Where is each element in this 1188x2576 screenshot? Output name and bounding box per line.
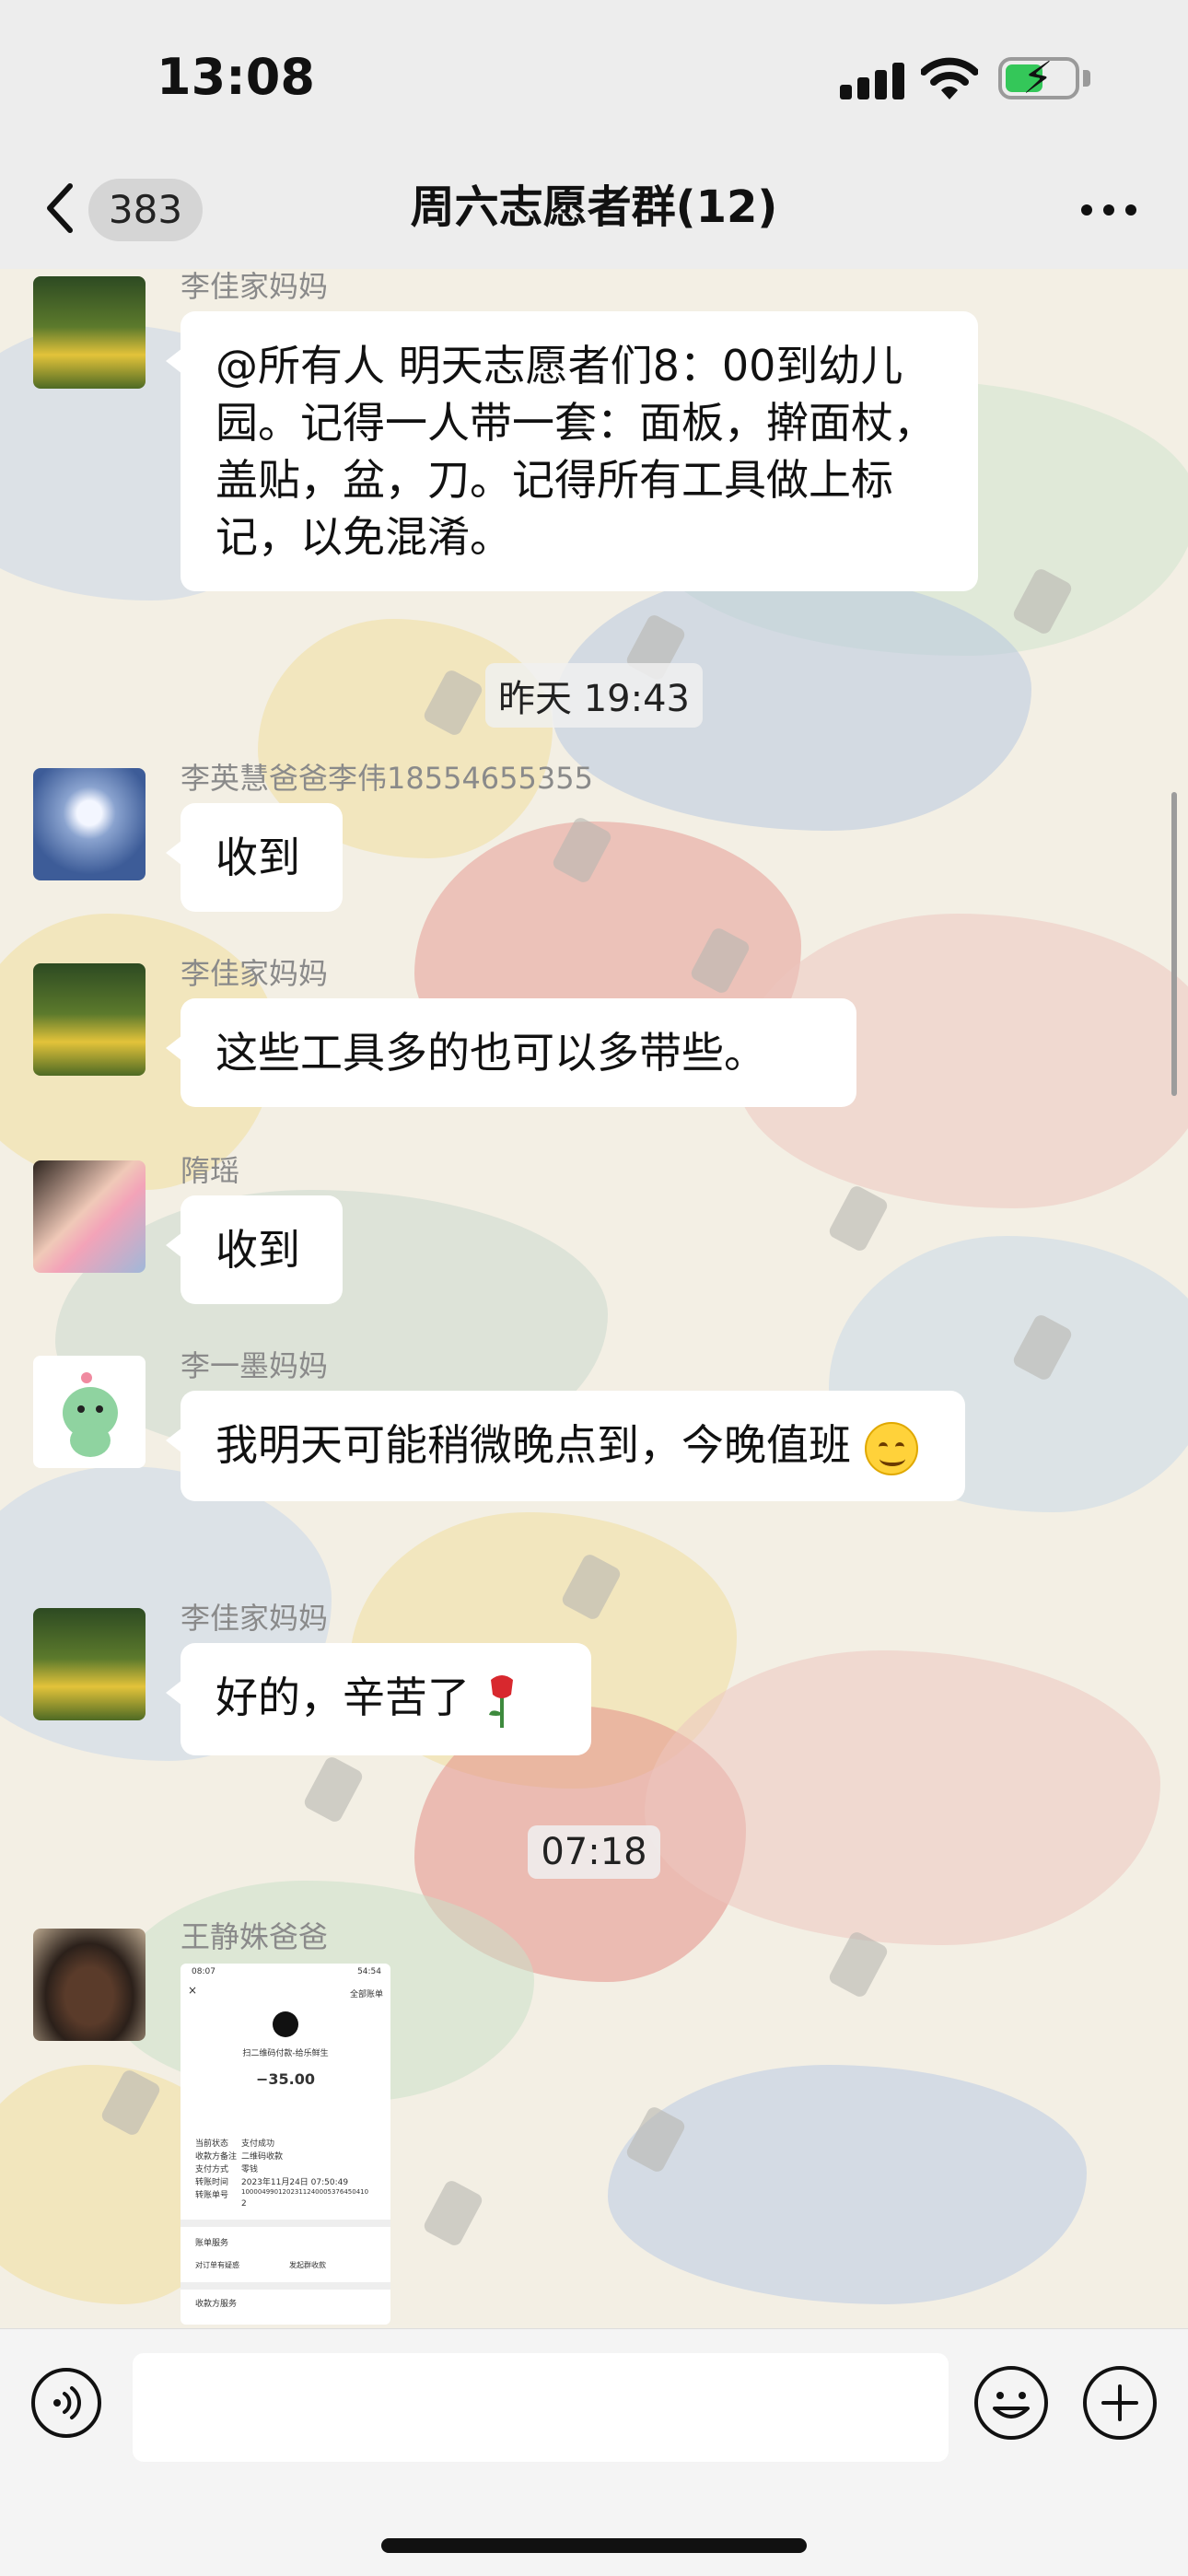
status-time: 13:08 [157,48,315,106]
message-text: 好的，辛苦了 [215,1673,470,1722]
dinosaur-icon [63,1372,118,1457]
message-bubble[interactable]: 我明天可能稍微晚点到，今晚值班 [166,1391,965,1501]
receipt-row-label: 收款方备注 [195,2152,238,2162]
sender-name: 李佳家妈妈 [181,1601,329,1636]
flower-avatar[interactable] [33,276,146,389]
message-bubble[interactable]: 收到 [166,1195,343,1304]
message-bubble[interactable]: 好的，辛苦了 [166,1643,591,1755]
timestamp-label: 昨天 19:43 [485,663,703,728]
receipt-row-value: 2 [241,2199,247,2209]
sender-name: 王静姝爸爸 [181,1919,329,1954]
dandelion-avatar[interactable] [33,768,146,880]
receipt-section-title: 收款方服务 [195,2300,238,2309]
message-bubble[interactable]: 这些工具多的也可以多带些。 [166,998,856,1107]
receipt-status-time: 08:07 [192,1967,215,1976]
receipt-row-value: 零钱 [241,2165,259,2174]
teapot-avatar[interactable] [33,1929,146,2041]
sender-name: 李一墨妈妈 [181,1348,329,1383]
receipt-status-right: 54:54 [357,1967,381,1976]
receipt-header-link: 全部账单 [349,1990,383,1999]
battery-cap [1083,70,1090,87]
sender-name: 李佳家妈妈 [181,269,329,304]
status-bar: 13:08 ⚡ [0,0,1188,147]
nav-bar: 383 周六志愿者群(12) [0,147,1188,270]
receipt-row-value: 1000049901202311240005376450410 [241,2188,369,2196]
receipt-link: 对订单有疑惑 [195,2261,239,2269]
receipt-amount: −35.00 [255,2070,315,2088]
scrollbar-thumb[interactable] [1171,792,1177,1096]
receipt-divider [181,2220,390,2227]
flower-avatar[interactable] [33,963,146,1076]
chat-title: 周六志愿者群(12) [410,181,778,233]
flower-avatar[interactable] [33,1608,146,1720]
voice-input-icon[interactable] [29,2366,103,2440]
more-functions-plus-icon[interactable] [1081,2364,1159,2442]
message-input[interactable] [133,2353,949,2462]
receipt-row-label: 转账时间 [195,2178,229,2187]
message-text: 我明天可能稍微晚点到，今晚值班 [215,1420,851,1470]
receipt-row-label: 当前状态 [195,2139,229,2149]
timestamp: 昨天 19:43 [0,663,1188,728]
message-bubble[interactable]: @所有人 明天志愿者们8：00到幼儿园。记得一人带一套：面板，擀面杖，盖贴，盆，… [166,311,978,591]
sender-name: 李英慧爸爸李伟18554655355 [181,761,593,796]
sender-name: 李佳家妈妈 [181,956,329,991]
more-options-icon[interactable] [1081,204,1136,217]
smiling-face-icon [864,1421,918,1475]
sender-name: 隋瑶 [181,1153,240,1188]
receipt-merchant: 扫二维码付款-给乐鲜生 [242,2049,329,2058]
message-list[interactable]: 李佳家妈妈 @所有人 明天志愿者们8：00到幼儿园。记得一人带一套：面板，擀面杖… [0,269,1188,2328]
receipt-row-label: 支付方式 [195,2165,229,2174]
home-indicator [381,2538,807,2553]
timestamp: 07:18 [0,1825,1188,1879]
receipt-row-value: 支付成功 [241,2139,275,2149]
message-bubble[interactable]: 收到 [166,803,343,912]
dinosaur-avatar[interactable] [33,1356,146,1468]
rose-icon [488,1674,513,1728]
receipt-link: 发起群收款 [289,2261,326,2269]
merchant-logo-icon [273,2011,298,2037]
receipt-close-icon: × [188,1984,198,1997]
payment-receipt-image[interactable]: 08:07 54:54 × 全部账单 扫二维码付款-给乐鲜生 −35.00 当前… [181,1964,390,2325]
receipt-row-label: 转账单号 [195,2191,229,2200]
charging-bolt-icon: ⚡ [1022,52,1054,104]
receipt-row-value: 2023年11月24日 07:50:49 [241,2178,349,2187]
emoji-picker-icon[interactable] [973,2364,1050,2442]
receipt-divider [181,2282,390,2290]
timestamp-label: 07:18 [528,1825,660,1879]
wifi-icon [921,57,978,99]
receipt-section-title: 账单服务 [195,2239,229,2248]
portrait-avatar[interactable] [33,1160,146,1273]
cellular-signal-icon [840,63,906,99]
receipt-row-value: 二维码收款 [241,2152,284,2162]
